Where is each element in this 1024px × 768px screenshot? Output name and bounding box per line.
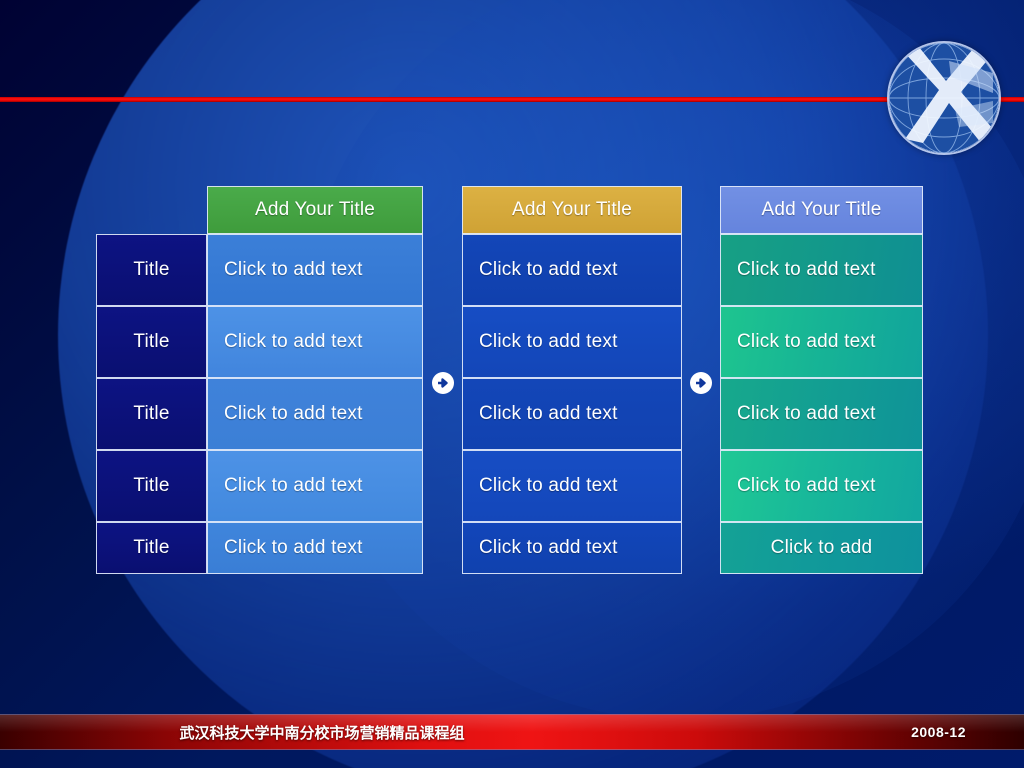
table-1: Add Your Title Title Click to add text T… [96, 186, 423, 574]
footer-band: 武汉科技大学中南分校市场营销精品课程组 2008-12 [0, 714, 1024, 750]
table-2-row-5-text[interactable]: Click to add text [462, 522, 682, 574]
table-2-row-3-text[interactable]: Click to add text [462, 378, 682, 450]
table-row: Click to add text [720, 234, 923, 306]
table-1-row-5-label[interactable]: Title [96, 522, 207, 574]
arrow-right-icon-2 [690, 372, 712, 394]
table-row: Click to add text [462, 378, 682, 450]
table-row: Title Click to add text [96, 522, 423, 574]
table-row: Click to add text [720, 378, 923, 450]
table-2-row-1-text[interactable]: Click to add text [462, 234, 682, 306]
table-row: Click to add text [462, 306, 682, 378]
table-1-row-4-text[interactable]: Click to add text [207, 450, 423, 522]
table-1-row-4-label[interactable]: Title [96, 450, 207, 522]
table-1-header-spacer [96, 186, 207, 234]
table-row: Click to add [720, 522, 923, 574]
table-1-row-1-label[interactable]: Title [96, 234, 207, 306]
table-row: Click to add text [462, 522, 682, 574]
table-3-row-2-text[interactable]: Click to add text [720, 306, 923, 378]
table-3-row-3-text[interactable]: Click to add text [720, 378, 923, 450]
table-2-row-4-text[interactable]: Click to add text [462, 450, 682, 522]
table-1-row-3-text[interactable]: Click to add text [207, 378, 423, 450]
table-row: Title Click to add text [96, 378, 423, 450]
table-1-row-5-text[interactable]: Click to add text [207, 522, 423, 574]
table-1-row-2-text[interactable]: Click to add text [207, 306, 423, 378]
table-row: Add Your Title [462, 186, 682, 234]
table-row: Title Click to add text [96, 450, 423, 522]
table-3-row-4-text[interactable]: Click to add text [720, 450, 923, 522]
table-3: Add Your Title Click to add text Click t… [720, 186, 923, 574]
table-3-row-5-text[interactable]: Click to add [720, 522, 923, 574]
table-row: Click to add text [462, 450, 682, 522]
table-2-header[interactable]: Add Your Title [462, 186, 682, 234]
table-row: Add Your Title [96, 186, 423, 234]
table-1-header[interactable]: Add Your Title [207, 186, 423, 234]
table-1-row-2-label[interactable]: Title [96, 306, 207, 378]
globe-logo [889, 43, 999, 153]
table-row: Click to add text [462, 234, 682, 306]
tables-container: Add Your Title Title Click to add text T… [0, 0, 1024, 768]
table-3-header[interactable]: Add Your Title [720, 186, 923, 234]
table-1-row-3-label[interactable]: Title [96, 378, 207, 450]
table-row: Title Click to add text [96, 234, 423, 306]
table-row: Title Click to add text [96, 306, 423, 378]
slide-canvas: Add Your Title Title Click to add text T… [0, 0, 1024, 768]
table-row: Click to add text [720, 450, 923, 522]
table-1-row-1-text[interactable]: Click to add text [207, 234, 423, 306]
table-2-row-2-text[interactable]: Click to add text [462, 306, 682, 378]
arrow-right-icon-1 [432, 372, 454, 394]
footer-date: 2008-12 [911, 724, 966, 740]
table-3-row-1-text[interactable]: Click to add text [720, 234, 923, 306]
table-row: Click to add text [720, 306, 923, 378]
table-2: Add Your Title Click to add text Click t… [462, 186, 682, 574]
footer-title: 武汉科技大学中南分校市场营销精品课程组 [179, 724, 465, 742]
table-row: Add Your Title [720, 186, 923, 234]
